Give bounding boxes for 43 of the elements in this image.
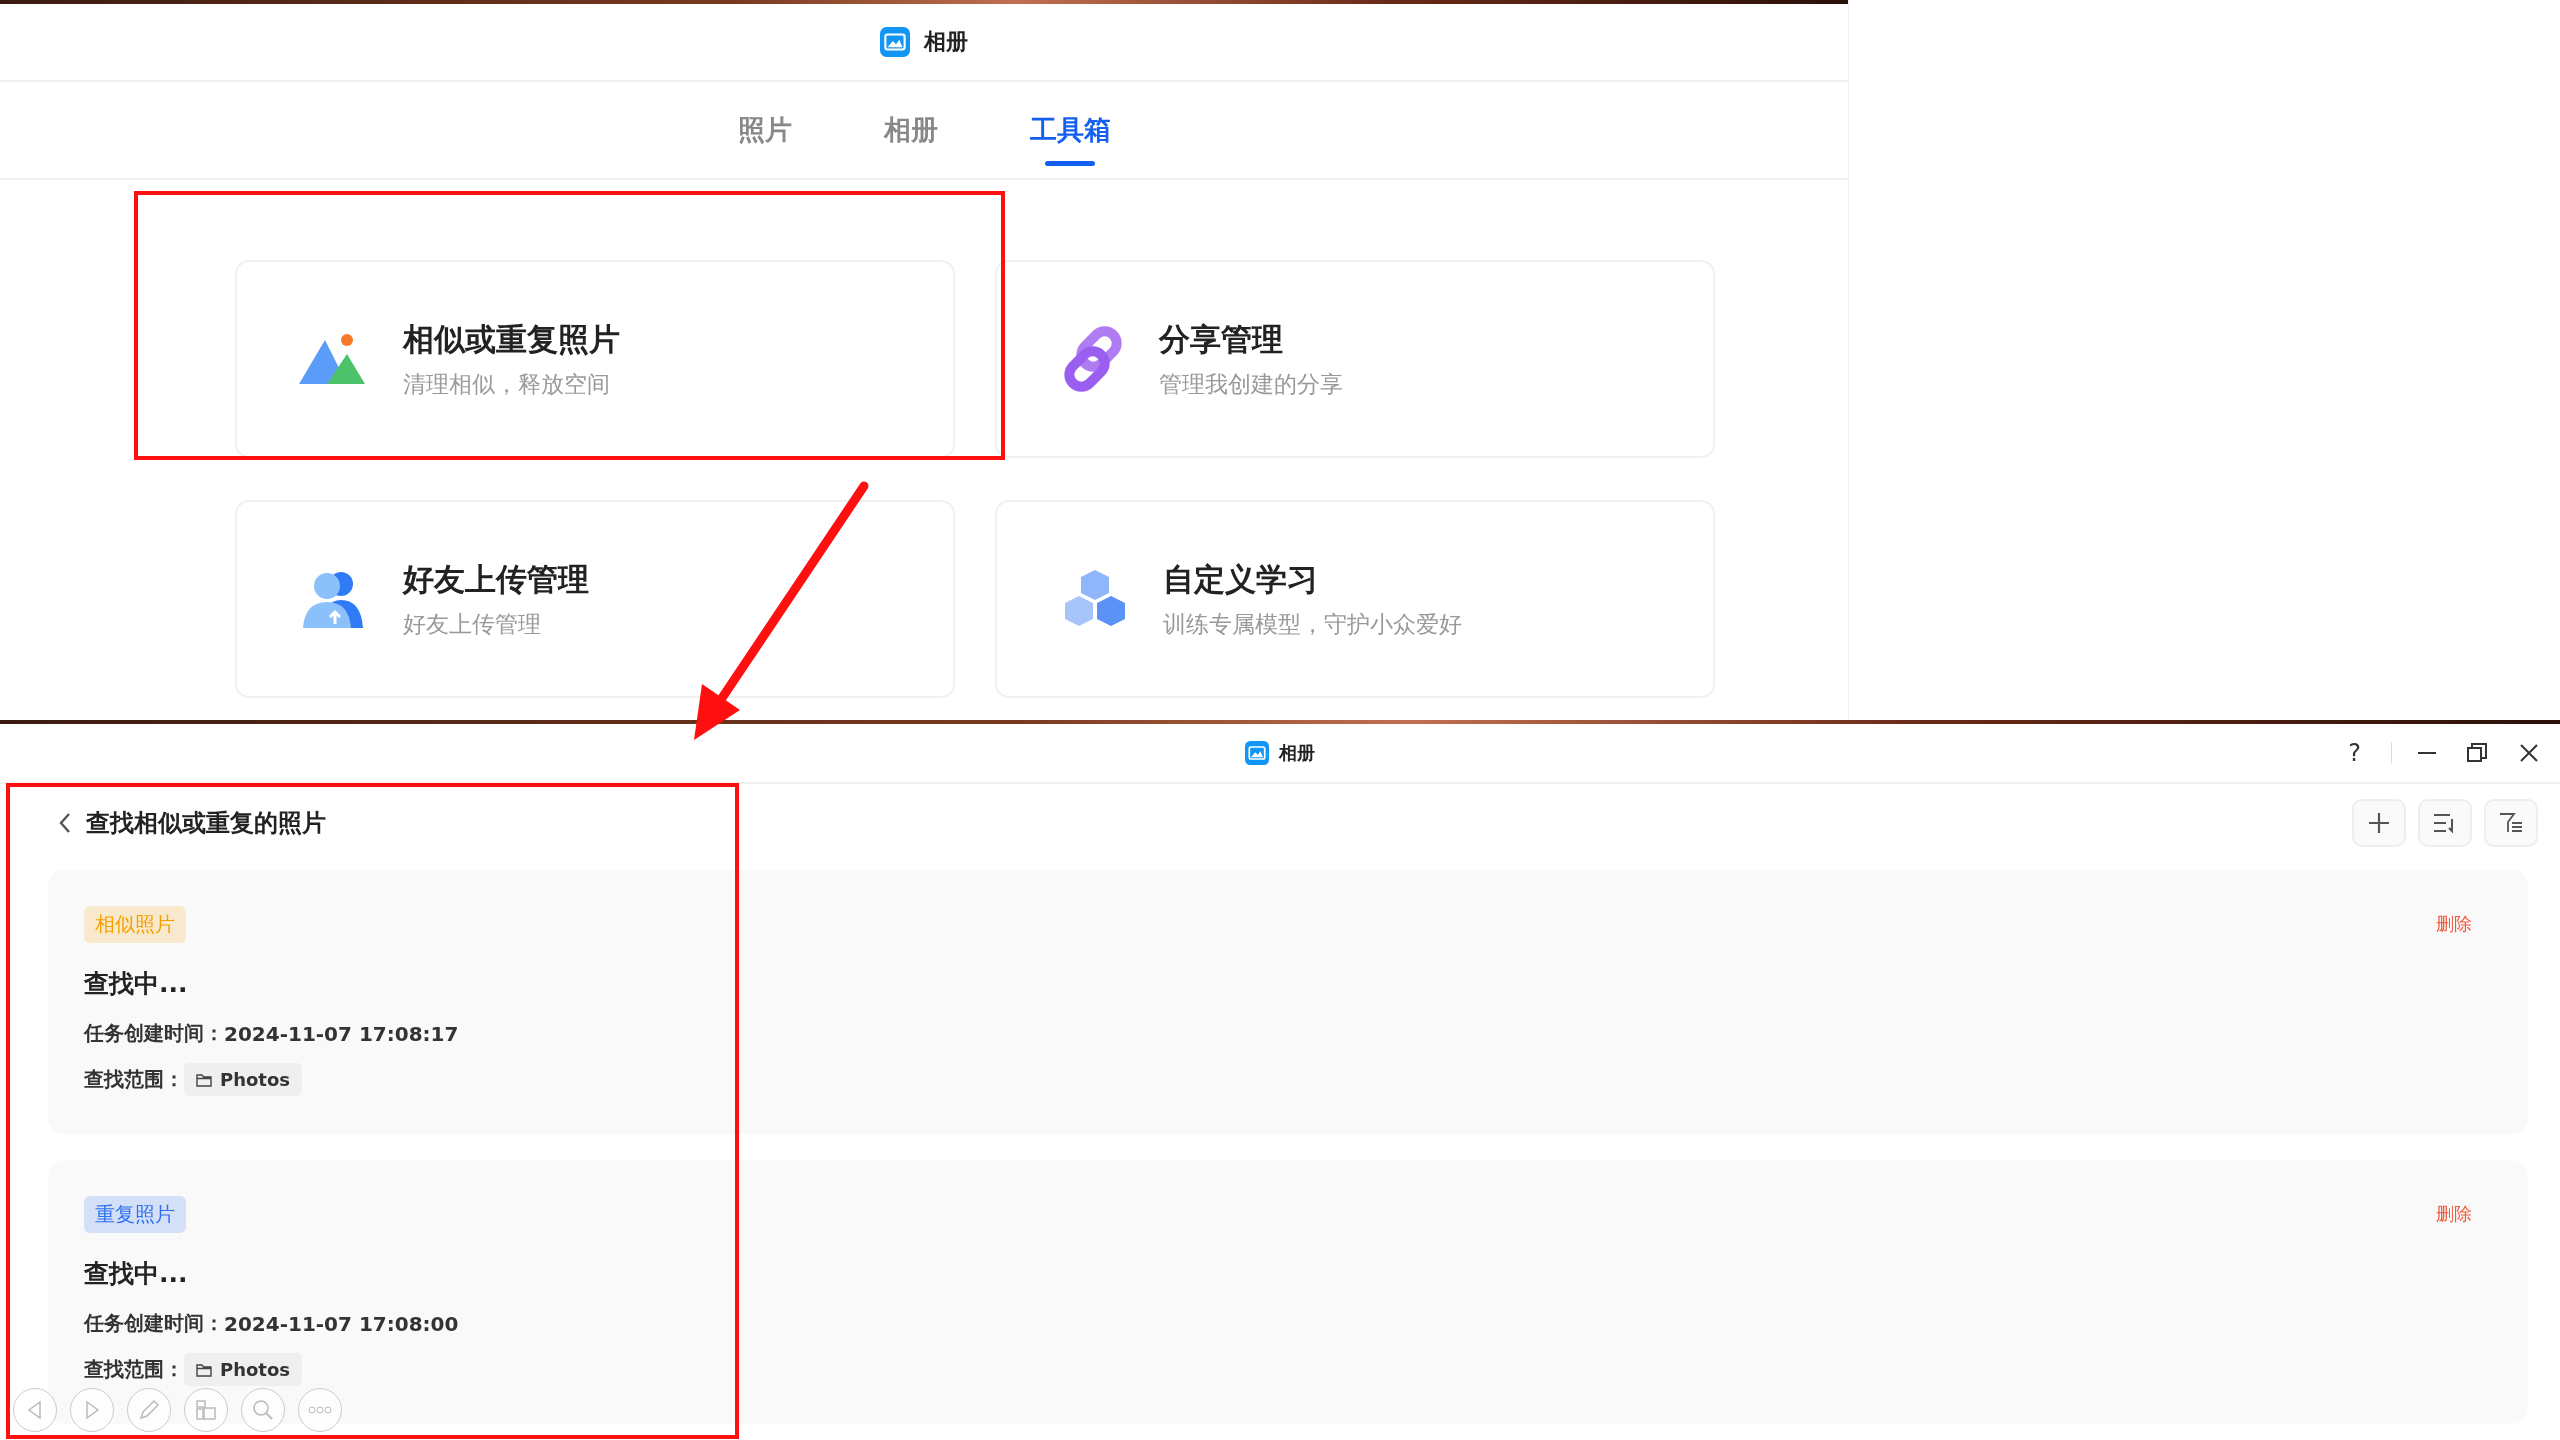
tab[interactable]: 工具箱 (1013, 82, 1127, 178)
folder-icon (196, 1072, 212, 1087)
help-button[interactable]: ? (2340, 739, 2369, 767)
tab[interactable]: 相册 (867, 82, 954, 178)
tab[interactable]: 照片 (721, 82, 808, 178)
filter-button[interactable] (2484, 799, 2538, 847)
card-subtitle: 清理相似，释放空间 (403, 369, 611, 399)
created-label: 任务创建时间： (84, 1020, 224, 1047)
window-title: 相册 (924, 28, 968, 56)
minimize-icon (2418, 752, 2436, 754)
card-subtitle: 好友上传管理 (403, 609, 542, 639)
task-status: 查找中... (84, 968, 188, 1000)
scope-label: 查找范围： (84, 1356, 184, 1383)
card-title: 分享管理 (1159, 319, 1284, 359)
add-button[interactable] (2352, 799, 2406, 847)
scope-folder-chip: Photos (184, 1063, 303, 1096)
card-title: 好友上传管理 (403, 559, 589, 599)
page-title: 查找相似或重复的照片 (86, 808, 327, 839)
photos-app-icon (880, 27, 910, 57)
created-label: 任务创建时间： (84, 1310, 224, 1337)
photos-app-icon (1245, 741, 1269, 765)
tool-card[interactable]: 分享管理 管理我创建的分享 (995, 260, 1715, 458)
restore-icon (2466, 742, 2488, 764)
task-tag: 重复照片 (84, 1196, 186, 1233)
tool-card[interactable]: 自定义学习 训练专属模型，守护小众爱好 (995, 500, 1715, 698)
scope-label: 查找范围： (84, 1066, 184, 1093)
card-title: 相似或重复照片 (403, 319, 620, 359)
task-status: 查找中... (84, 1258, 188, 1290)
card-subtitle: 训练专属模型，守护小众爱好 (1163, 609, 1462, 639)
window-title: 相册 (1279, 741, 1315, 765)
sort-button[interactable] (2418, 799, 2472, 847)
created-time: 2024-11-07 17:08:00 (224, 1311, 459, 1336)
tool-card[interactable]: 相似或重复照片 清理相似，释放空间 (235, 260, 955, 458)
scope-folder-chip: Photos (184, 1353, 303, 1386)
filter-icon (2498, 811, 2524, 835)
card-title: 自定义学习 (1163, 559, 1319, 599)
close-icon (2518, 742, 2540, 764)
plus-icon (2367, 811, 2391, 835)
created-time: 2024-11-07 17:08:17 (224, 1021, 459, 1046)
folder-icon (196, 1362, 212, 1377)
card-subtitle: 管理我创建的分享 (1159, 369, 1343, 399)
task-tag: 相似照片 (84, 906, 186, 943)
tool-card[interactable]: 好友上传管理 好友上传管理 (235, 500, 955, 698)
